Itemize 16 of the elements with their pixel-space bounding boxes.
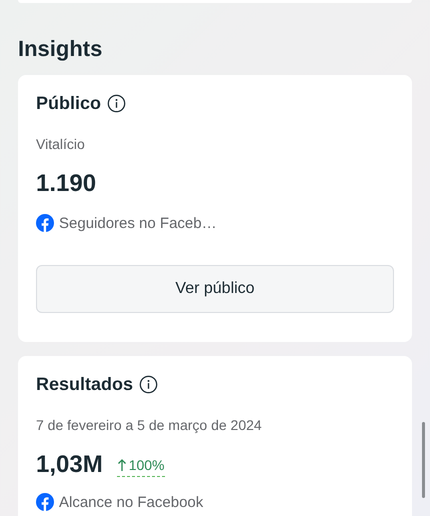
facebook-icon [36,493,54,511]
card-title: Resultados [36,374,134,394]
scrollbar[interactable] [422,422,425,498]
source-label: Seguidores no Faceb… [59,214,217,232]
period-label: 7 de fevereiro a 5 de março de 2024 [36,416,263,435]
facebook-icon [36,214,54,232]
metric-value: 1,03M [36,450,103,480]
period-label: Vitalício [36,135,86,154]
trend-indicator[interactable]: 100% [116,457,165,477]
card-title: Público [36,92,102,114]
info-icon[interactable] [107,94,126,112]
source-label: Alcance no Facebook [59,494,204,510]
info-icon[interactable] [139,374,158,394]
section-title: Insights [18,35,104,63]
metric-value: 1.190 [36,169,96,199]
view-audience-button[interactable]: Ver público [36,265,394,313]
